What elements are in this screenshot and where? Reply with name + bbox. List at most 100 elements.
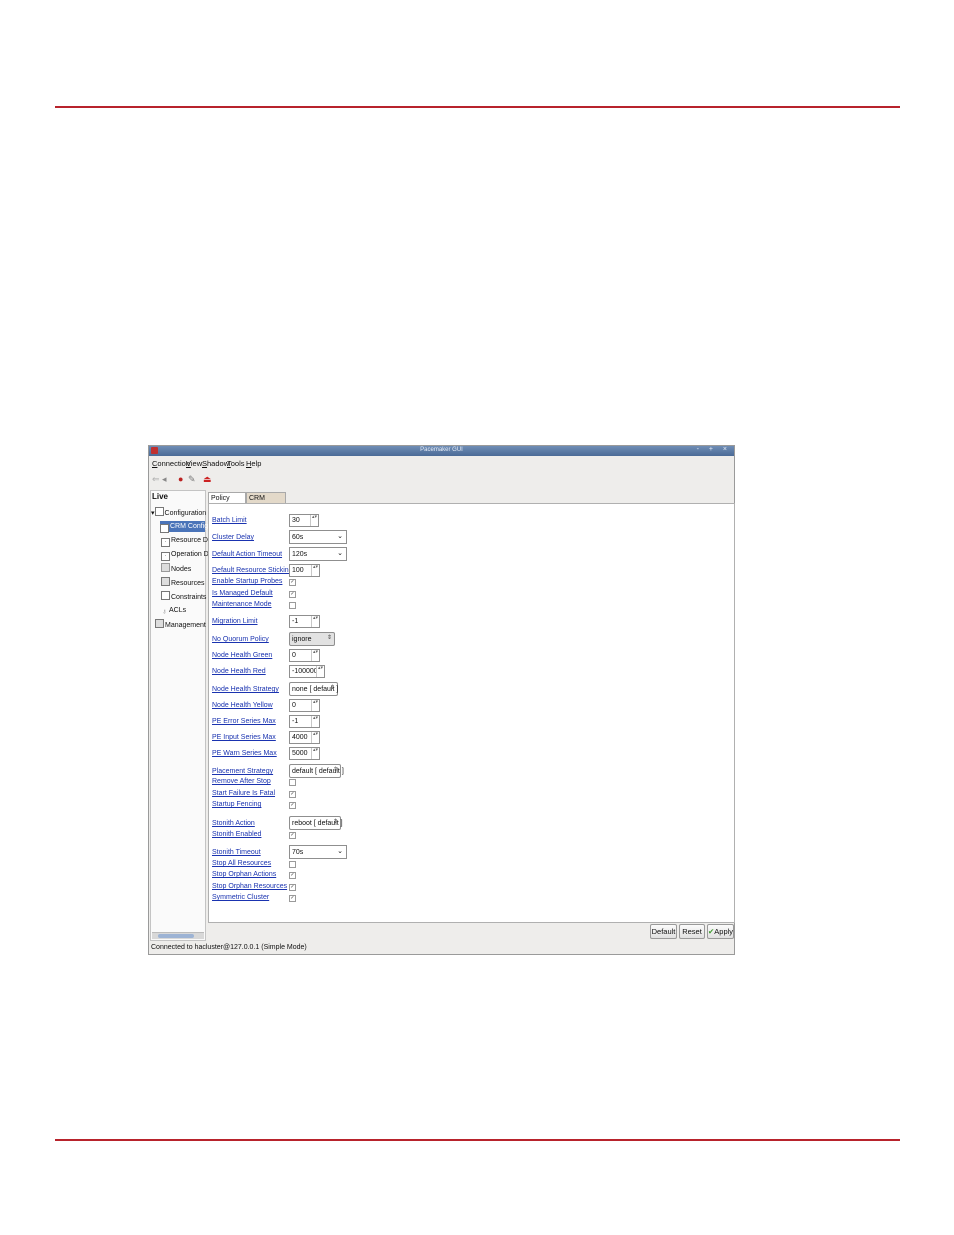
tree-item-acls[interactable]: ⚷ ACLs xyxy=(161,605,186,616)
tree-item-resources[interactable]: Resources xyxy=(161,577,204,588)
param-select[interactable]: default [ default ] ⇕ xyxy=(289,764,344,778)
param-checkbox[interactable]: ✓ xyxy=(289,872,296,879)
spinner-value: 0 xyxy=(292,652,296,659)
param-label[interactable]: No Quorum Policy xyxy=(212,635,269,644)
back-icon[interactable]: ⇐ xyxy=(152,474,160,485)
param-spinner[interactable]: 5000 ▴▾ xyxy=(289,747,320,760)
tree-item-nodes[interactable]: Nodes xyxy=(161,563,191,574)
menu-connection[interactable]: Connection xyxy=(152,459,190,468)
param-combo[interactable]: 70s ⌄ xyxy=(289,845,347,859)
spinner-arrows-icon[interactable]: ▴▾ xyxy=(311,616,319,627)
tree-item-management[interactable]: Management xyxy=(155,619,206,630)
spinner-arrows-icon[interactable]: ▴▾ xyxy=(311,748,319,759)
param-spinner[interactable]: -1 ▴▾ xyxy=(289,715,320,728)
param-checkbox[interactable]: ✓ xyxy=(289,832,296,839)
tree-item-crm-config[interactable]: ▪ CRM Config xyxy=(160,521,208,533)
param-combo[interactable]: 60s ⌄ xyxy=(289,530,347,544)
default-button[interactable]: Default xyxy=(650,924,677,939)
tree-item-operation-def[interactable]: · Operation Def xyxy=(161,549,215,561)
menu-bar: Connection View Shadow Tools Help xyxy=(149,458,734,470)
param-label[interactable]: Cluster Delay xyxy=(212,533,254,542)
menu-tools[interactable]: Tools xyxy=(227,459,245,468)
param-checkbox[interactable]: ✓ xyxy=(289,591,296,598)
exit-icon[interactable]: ⏏ xyxy=(203,474,212,485)
back-disabled-icon[interactable]: ◂ xyxy=(162,474,167,485)
edit-icon[interactable]: ✎ xyxy=(188,474,196,485)
param-label[interactable]: Stonith Timeout xyxy=(212,848,261,857)
spinner-arrows-icon[interactable]: ▴▾ xyxy=(311,716,319,727)
param-select[interactable]: ignore ⇕ xyxy=(289,632,335,646)
spinner-arrows-icon[interactable]: ▴▾ xyxy=(311,650,319,661)
sidebar-scrollbar[interactable] xyxy=(152,932,204,939)
param-spinner[interactable]: 4000 ▴▾ xyxy=(289,731,320,744)
param-checkbox[interactable]: ✓ xyxy=(289,884,296,891)
param-checkbox[interactable]: ✓ xyxy=(289,895,296,902)
tree-item-resource-def[interactable]: · Resource Def xyxy=(161,535,214,547)
menu-shadow[interactable]: Shadow xyxy=(202,459,229,468)
tree-item-constraints[interactable]: Constraints xyxy=(161,591,206,602)
param-select[interactable]: reboot [ default ] ⇕ xyxy=(289,816,343,830)
spinner-arrows-icon[interactable]: ▴▾ xyxy=(311,565,319,576)
param-checkbox[interactable]: ✓ xyxy=(289,802,296,809)
param-label[interactable]: Default Action Timeout xyxy=(212,550,282,559)
chevron-down-icon[interactable]: ⌄ xyxy=(337,532,343,540)
param-label[interactable]: PE Warn Series Max xyxy=(212,749,277,758)
param-spinner[interactable]: -1000000▴▾ xyxy=(289,665,325,678)
param-label[interactable]: Stonith Action xyxy=(212,819,255,828)
param-spinner[interactable]: 30 ▴▾ xyxy=(289,514,319,527)
chevron-down-icon[interactable]: ⌄ xyxy=(337,549,343,557)
param-label[interactable]: Node Health Strategy xyxy=(212,685,279,694)
param-label[interactable]: Stop Orphan Actions xyxy=(212,870,276,879)
param-select[interactable]: none [ default ] ⇕ xyxy=(289,682,338,696)
spinner-arrows-icon[interactable]: ▴▾ xyxy=(311,732,319,743)
spinner-arrows-icon[interactable]: ▴▾ xyxy=(316,666,324,677)
param-spinner[interactable]: 0 ▴▾ xyxy=(289,699,320,712)
param-label[interactable]: Stop Orphan Resources xyxy=(212,882,287,891)
updown-icon[interactable]: ⇕ xyxy=(333,818,338,825)
param-spinner[interactable]: -1 ▴▾ xyxy=(289,615,320,628)
param-label[interactable]: Node Health Red xyxy=(212,667,266,676)
updown-icon[interactable]: ⇕ xyxy=(330,684,335,691)
param-label[interactable]: Stonith Enabled xyxy=(212,830,261,839)
param-label[interactable]: Is Managed Default xyxy=(212,589,273,598)
param-label[interactable]: Enable Startup Probes xyxy=(212,577,282,586)
param-label[interactable]: Placement Strategy xyxy=(212,767,273,776)
param-label[interactable]: PE Input Series Max xyxy=(212,733,276,742)
tree-item-configuration[interactable]: ▾ Configuration xyxy=(151,507,206,518)
param-label[interactable]: Batch Limit xyxy=(212,516,247,525)
param-label[interactable]: Default Resource Stickiness xyxy=(212,566,300,575)
param-label[interactable]: Node Health Yellow xyxy=(212,701,273,710)
spinner-arrows-icon[interactable]: ▴▾ xyxy=(311,700,319,711)
spinner-arrows-icon[interactable]: ▴▾ xyxy=(310,515,318,526)
menu-help[interactable]: Help xyxy=(246,459,261,468)
updown-icon[interactable]: ⇕ xyxy=(327,634,332,641)
menu-view[interactable]: View xyxy=(186,459,202,468)
param-label[interactable]: Migration Limit xyxy=(212,617,258,626)
title-bar: Pacemaker GUI - + × xyxy=(149,446,734,456)
param-checkbox[interactable]: ✓ xyxy=(289,791,296,798)
param-checkbox[interactable] xyxy=(289,861,296,868)
param-spinner[interactable]: 100 ▴▾ xyxy=(289,564,320,577)
param-checkbox[interactable] xyxy=(289,602,296,609)
param-label[interactable]: Stop All Resources xyxy=(212,859,271,868)
param-combo[interactable]: 120s ⌄ xyxy=(289,547,347,561)
param-label[interactable]: Startup Fencing xyxy=(212,800,261,809)
param-spinner[interactable]: 0 ▴▾ xyxy=(289,649,320,662)
param-checkbox[interactable] xyxy=(289,779,296,786)
scrollbar-thumb[interactable] xyxy=(158,934,194,938)
reset-button[interactable]: Reset xyxy=(679,924,705,939)
window-controls[interactable]: - + × xyxy=(697,446,731,453)
updown-icon[interactable]: ⇕ xyxy=(333,766,338,773)
param-label[interactable]: Node Health Green xyxy=(212,651,272,660)
param-label[interactable]: Start Failure Is Fatal xyxy=(212,789,275,798)
param-label[interactable]: Symmetric Cluster xyxy=(212,893,269,902)
chevron-down-icon[interactable]: ⌄ xyxy=(337,847,343,855)
connect-icon[interactable]: ● xyxy=(178,474,183,485)
config-icon xyxy=(154,507,164,516)
param-label[interactable]: Maintenance Mode xyxy=(212,600,272,609)
tree-item-label: Management xyxy=(165,622,206,629)
apply-button[interactable]: ✔Apply xyxy=(707,924,734,939)
param-checkbox[interactable]: ✓ xyxy=(289,579,296,586)
param-label[interactable]: PE Error Series Max xyxy=(212,717,276,726)
param-label[interactable]: Remove After Stop xyxy=(212,777,271,786)
